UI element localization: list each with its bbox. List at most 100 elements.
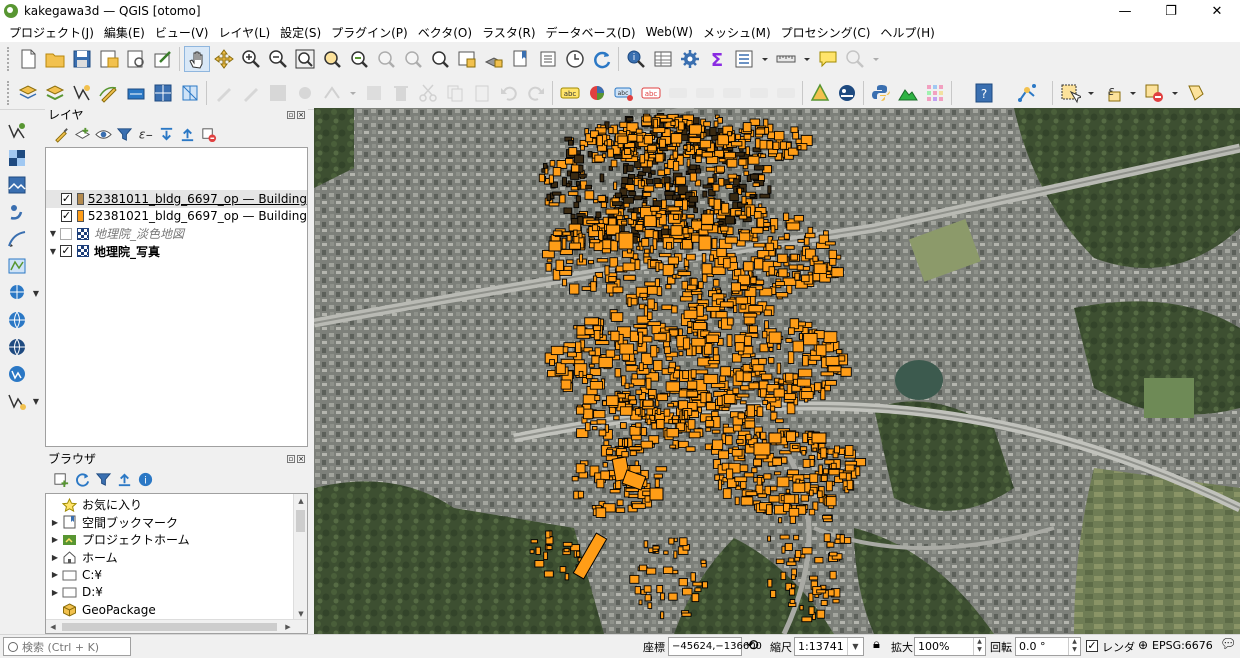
menu-raster[interactable]: ラスタ(R) (477, 24, 540, 41)
menu-mesh[interactable]: メッシュ(M) (698, 24, 776, 41)
new-vector-layer-button[interactable] (4, 118, 30, 144)
menu-processing[interactable]: プロセシング(C) (776, 24, 876, 41)
zoom-native-button[interactable] (373, 46, 399, 72)
menu-settings[interactable]: 設定(S) (275, 24, 326, 41)
save-project-button[interactable] (69, 46, 95, 72)
map-tips-button[interactable] (815, 46, 841, 72)
add-wms-layer-button[interactable] (123, 80, 149, 106)
spin-arrows[interactable]: ▲ ▼ (973, 638, 985, 655)
layer-row[interactable]: ✓ 52381021_bldg_6697_op — Building (46, 208, 307, 226)
undock-button[interactable]: ▫ (287, 454, 295, 463)
render-checkbox[interactable]: ✓ (1086, 640, 1098, 652)
change-label-button[interactable] (719, 80, 745, 106)
layer-row[interactable]: ✓ 52381011_bldg_6697_op — Building (46, 190, 307, 208)
deselect-dropdown[interactable] (1168, 80, 1182, 106)
statistical-summary-button[interactable]: Σ (704, 46, 730, 72)
pan-map-button[interactable] (183, 46, 210, 72)
pan-to-selection-button[interactable] (211, 46, 237, 72)
locator-search-bar[interactable]: 検索 (Ctrl + K) (3, 637, 131, 656)
chevron-right-icon[interactable]: ▶ (48, 553, 62, 562)
move-label-button[interactable] (665, 80, 691, 106)
zoom-out-button[interactable] (265, 46, 291, 72)
add-raster-button[interactable] (4, 145, 30, 171)
chevron-right-icon[interactable]: ▶ (48, 570, 62, 579)
menu-plugins[interactable]: プラグイン(P) (326, 24, 413, 41)
digitize-line-button[interactable] (96, 80, 122, 106)
add-arcgis-layer-button[interactable] (4, 334, 30, 360)
menu-help[interactable]: ヘルプ(H) (875, 24, 939, 41)
maximize-button[interactable]: ❐ (1148, 0, 1194, 22)
add-feature-button[interactable] (292, 80, 318, 106)
scroll-up-icon[interactable]: ▲ (294, 494, 307, 508)
delete-selected-button[interactable] (388, 80, 414, 106)
scroll-right-icon[interactable]: ▶ (281, 620, 295, 633)
cut-features-button[interactable] (415, 80, 441, 106)
help-button[interactable]: ? (971, 80, 997, 106)
browser-item-drive-d[interactable]: ▶ D:¥ (46, 584, 307, 602)
coordinate-field[interactable]: −45624,−136600 (668, 637, 762, 656)
add-group-button[interactable] (72, 124, 92, 144)
add-spatialite-layer-button[interactable] (4, 199, 30, 225)
menu-vector[interactable]: ベクタ(O) (413, 24, 477, 41)
attribute-form-button[interactable] (731, 46, 757, 72)
data-source-manager-button[interactable] (15, 80, 41, 106)
messages-icon[interactable]: 💬︎ (1220, 637, 1237, 652)
refresh-button[interactable] (589, 46, 615, 72)
browser-item-geopackage[interactable]: GeoPackage (46, 601, 307, 619)
filter-browser-button[interactable] (93, 469, 113, 489)
new-project-button[interactable] (15, 46, 41, 72)
add-delimited-text-button[interactable] (4, 226, 30, 252)
locator-dropdown[interactable] (869, 46, 883, 72)
redo-button[interactable] (523, 80, 549, 106)
copy-features-button[interactable] (442, 80, 468, 106)
vertex-tool-dropdown[interactable] (346, 80, 360, 106)
map-canvas[interactable] (314, 108, 1240, 634)
chevron-down-icon[interactable]: ▼ (847, 638, 863, 655)
menu-web[interactable]: Web(W) (641, 25, 698, 39)
filter-by-expression-button[interactable]: ε (135, 124, 155, 144)
paste-features-button[interactable] (469, 80, 495, 106)
crs-globe-icon[interactable]: ⊕ (1138, 638, 1148, 652)
new-map-view-button[interactable] (454, 46, 480, 72)
chevron-right-icon[interactable]: ▶ (48, 588, 62, 597)
browser-item-drive-c[interactable]: ▶ C:¥ (46, 566, 307, 584)
toolbar-grip[interactable] (7, 80, 11, 105)
attribute-form-dropdown[interactable] (758, 46, 772, 72)
add-wcs-layer-button[interactable] (4, 307, 30, 333)
add-mesh-layer-button[interactable] (177, 80, 203, 106)
toolbar-grip[interactable] (7, 47, 11, 71)
new-temporary-layer-button[interactable]: ▼ (4, 388, 39, 414)
extents-toggle-icon[interactable]: ⟲ (746, 636, 759, 654)
spin-arrows[interactable]: ▲ ▼ (1068, 638, 1080, 655)
scroll-left-icon[interactable]: ◀ (46, 620, 60, 633)
layout-manager-button[interactable] (123, 46, 149, 72)
vertex-tool-button[interactable] (319, 80, 345, 106)
deselect-features-button[interactable] (1141, 80, 1167, 106)
zoom-full-button[interactable] (292, 46, 318, 72)
processing-toolbox-button[interactable] (677, 46, 703, 72)
new-shapefile-button[interactable] (69, 80, 95, 106)
toggle-editing-button[interactable] (238, 80, 264, 106)
layer-visibility-checkbox[interactable]: ✓ (60, 245, 72, 258)
select-location-button[interactable] (1183, 80, 1209, 106)
style-panel-button[interactable] (51, 124, 71, 144)
open-attribute-table-button[interactable] (650, 46, 676, 72)
manage-map-themes-button[interactable] (93, 124, 113, 144)
select-by-expression-button[interactable]: ε (1099, 80, 1125, 106)
rotation-spinbox[interactable]: 0.0 ° ▲ ▼ (1015, 637, 1081, 656)
chevron-right-icon[interactable]: ▶ (48, 535, 62, 544)
undo-button[interactable] (496, 80, 522, 106)
zoom-last-button[interactable] (400, 46, 426, 72)
layer-visibility-checkbox[interactable]: ✓ (60, 192, 73, 205)
close-panel-button[interactable]: × (297, 110, 305, 119)
menu-edit[interactable]: 編集(E) (99, 24, 150, 41)
browser-item-home[interactable]: ▶ ホーム (46, 549, 307, 567)
layer-diagram-button[interactable] (584, 80, 610, 106)
add-virtual-layer-button[interactable] (4, 253, 30, 279)
menu-view[interactable]: ビュー(V) (150, 24, 214, 41)
minimize-button[interactable]: — (1102, 0, 1148, 22)
measure-button[interactable] (773, 46, 799, 72)
open-project-button[interactable] (42, 46, 68, 72)
menu-project[interactable]: プロジェクト(J) (4, 24, 99, 41)
properties-browser-button[interactable]: i (135, 469, 155, 489)
